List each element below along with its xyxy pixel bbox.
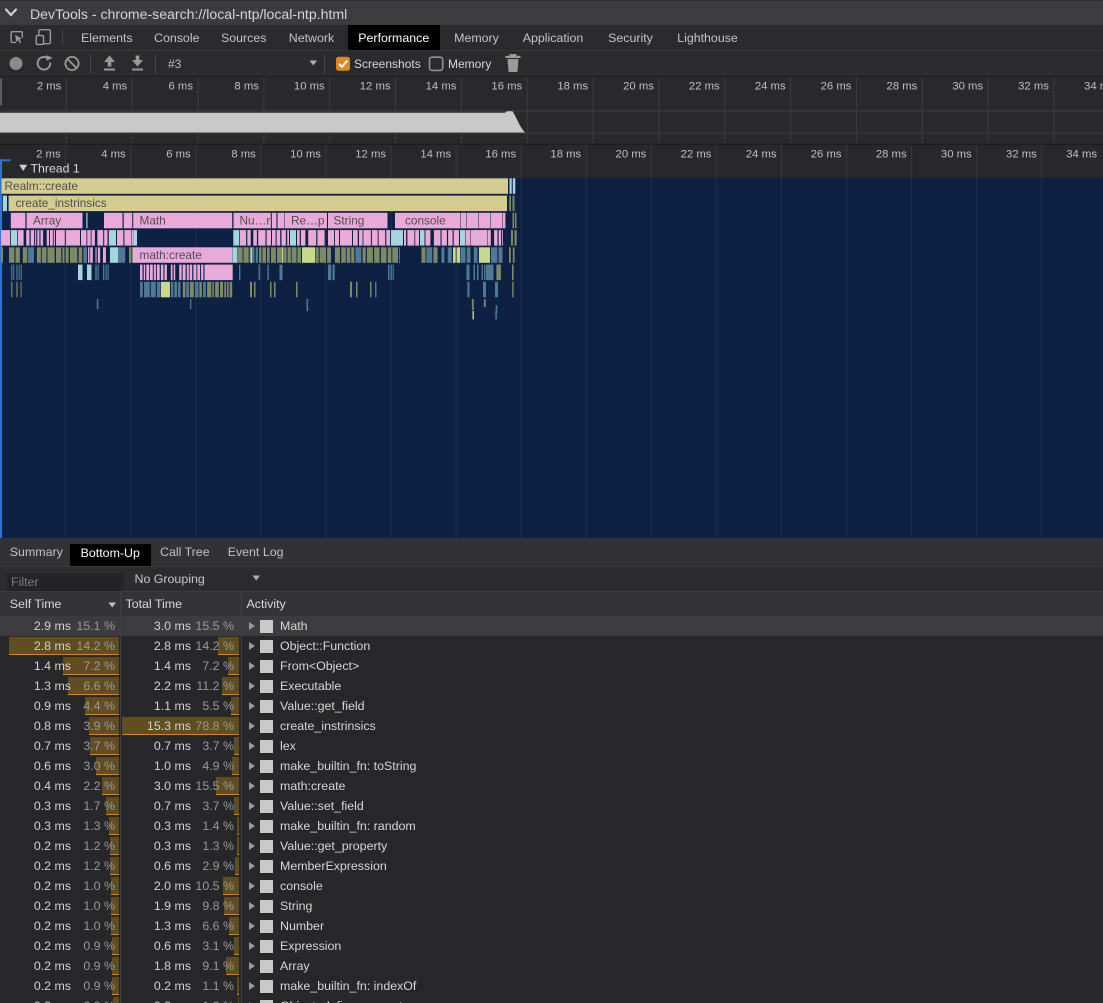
svg-text:28 ms: 28 ms [876,148,907,160]
svg-text:16 ms: 16 ms [485,148,516,160]
svg-text:create_instrinsics: create_instrinsics [16,196,107,210]
svg-text:math:create: math:create [140,247,203,261]
svg-text:console: console [405,213,446,227]
svg-text:22 ms: 22 ms [689,80,720,92]
svg-text:22 ms: 22 ms [681,148,712,160]
svg-text:28 ms: 28 ms [887,80,918,92]
svg-text:18 ms: 18 ms [557,80,588,92]
svg-text:2 ms: 2 ms [36,148,61,160]
svg-text:Math: Math [140,213,166,227]
svg-text:6 ms: 6 ms [166,148,191,160]
svg-text:34 ms: 34 ms [1084,80,1103,92]
svg-text:4 ms: 4 ms [101,148,126,160]
svg-text:30 ms: 30 ms [941,148,972,160]
svg-text:16 ms: 16 ms [491,80,522,92]
svg-text:Thread 1: Thread 1 [31,161,80,175]
svg-text:Array: Array [33,213,61,227]
svg-text:14 ms: 14 ms [420,148,451,160]
svg-text:Nu…r: Nu…r [240,213,271,227]
svg-text:30 ms: 30 ms [952,80,983,92]
svg-text:12 ms: 12 ms [355,148,386,160]
svg-text:24 ms: 24 ms [746,148,777,160]
svg-text:24 ms: 24 ms [755,80,786,92]
svg-text:4 ms: 4 ms [103,80,128,92]
svg-text:34 ms: 34 ms [1066,148,1097,160]
svg-text:String: String [334,213,365,227]
svg-text:10 ms: 10 ms [290,148,321,160]
svg-text:20 ms: 20 ms [616,148,647,160]
svg-text:10 ms: 10 ms [294,80,325,92]
svg-text:32 ms: 32 ms [1018,80,1049,92]
svg-text:Realm::create: Realm::create [5,178,79,192]
svg-text:26 ms: 26 ms [811,148,842,160]
svg-text:6 ms: 6 ms [169,80,194,92]
svg-text:8 ms: 8 ms [231,148,256,160]
svg-text:12 ms: 12 ms [360,80,391,92]
svg-text:20 ms: 20 ms [623,80,654,92]
svg-text:32 ms: 32 ms [1006,148,1037,160]
svg-text:26 ms: 26 ms [821,80,852,92]
svg-text:18 ms: 18 ms [550,148,581,160]
svg-text:2 ms: 2 ms [37,80,62,92]
svg-text:14 ms: 14 ms [426,80,457,92]
svg-text:Re…p: Re…p [291,213,325,227]
svg-text:8 ms: 8 ms [234,80,259,92]
